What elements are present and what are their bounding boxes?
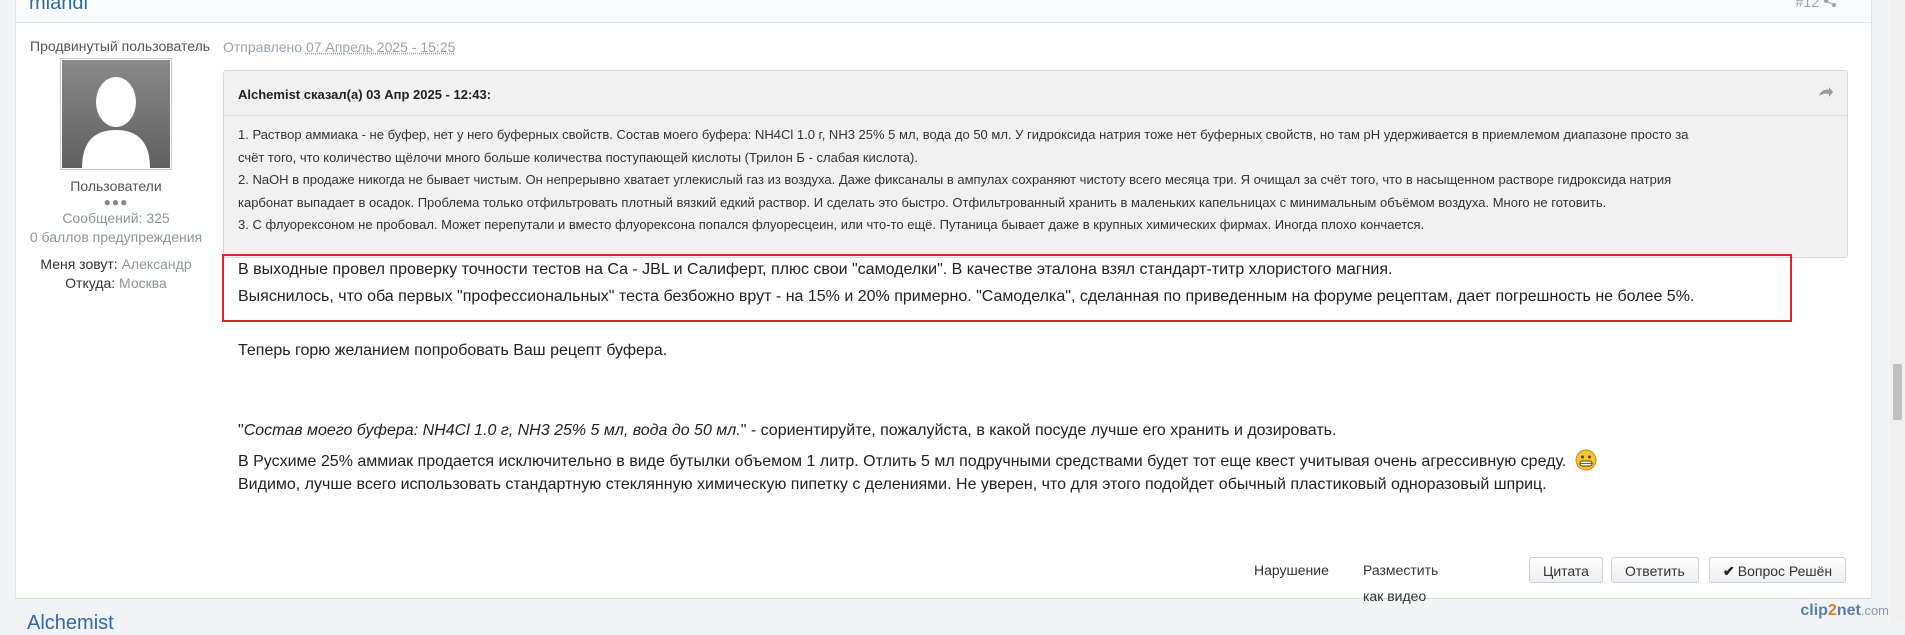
post-author-link[interactable]: mlandl — [29, 0, 88, 15]
view-quoted-post-icon[interactable] — [1817, 86, 1833, 100]
post-paragraph-quote-ref: "Состав моего буфера: NH4Cl 1.0 г, NH3 2… — [238, 422, 1336, 440]
author-group: Пользователи — [16, 178, 216, 194]
watermark-part: .com — [1861, 603, 1889, 618]
post-paragraph: Выяснилось, что оба первых "профессионал… — [238, 288, 1694, 306]
quote-button[interactable]: Цитата — [1529, 557, 1603, 583]
checkmark-icon: ✔ — [1723, 563, 1735, 579]
author-real-name: Меня зовут: Александр — [16, 255, 216, 274]
share-icon[interactable] — [1823, 0, 1837, 8]
quote-line: 1. Раствор аммиака - не буфер, нет у нег… — [238, 124, 1833, 147]
quote-line: карбонат выпадает в осадок. Проблема тол… — [238, 192, 1833, 215]
posted-date[interactable]: 07 Апрель 2025 - 15:25 — [306, 39, 455, 55]
embed-video-link[interactable]: Разместить как видео — [1363, 557, 1438, 609]
warning-points[interactable]: 0 баллов предупреждения — [16, 228, 216, 247]
quote-text: 1. Раствор аммиака - не буфер, нет у нег… — [224, 116, 1847, 237]
page-scrollbar[interactable] — [1890, 0, 1905, 623]
mark-solved-button[interactable]: ✔ Вопрос Решён — [1709, 557, 1846, 583]
avatar[interactable] — [60, 58, 172, 170]
next-post-author-link[interactable]: Alchemist — [27, 612, 114, 635]
name-value: Александр — [122, 256, 192, 272]
post-count: Сообщений: 325 — [16, 209, 216, 228]
reply-button[interactable]: Ответить — [1611, 557, 1699, 583]
post-paragraph: В Русхиме 25% аммиак продается исключите… — [238, 449, 1597, 471]
post-date: Отправлено 07 Апрель 2025 - 15:25 — [223, 39, 455, 55]
quote-line: 2. NaOH в продаже никогда не бывает чист… — [238, 169, 1833, 192]
scrollbar-thumb[interactable] — [1893, 364, 1902, 420]
post-number-link[interactable]: #12 — [1796, 0, 1819, 10]
quote-header: Alchemist сказал(а) 03 Апр 2025 - 12:43: — [224, 71, 1847, 116]
location-value: Москва — [119, 275, 167, 291]
quote-ref-rest: " - сориентируйте, пожалуйста, в какой п… — [741, 422, 1337, 439]
rank-pips: ●●● — [16, 195, 216, 209]
post-header: mlandl #12 — [16, 0, 1871, 23]
paragraph-text: В Русхиме 25% аммиак продается исключите… — [238, 453, 1566, 470]
author-rank: Продвинутый пользователь — [16, 38, 216, 54]
post-paragraph: Теперь горю желанием попробовать Ваш рец… — [238, 342, 667, 360]
quote-citation: Alchemist сказал(а) 03 Апр 2025 - 12:43: — [238, 87, 491, 102]
watermark-part: clip — [1800, 602, 1828, 619]
posted-prefix: Отправлено — [223, 39, 302, 55]
author-location: Откуда: Москва — [16, 274, 216, 293]
mark-solved-label: Вопрос Решён — [1738, 563, 1832, 579]
report-link[interactable]: Нарушение — [1254, 557, 1329, 583]
quote-block: Alchemist сказал(а) 03 Апр 2025 - 12:43:… — [223, 70, 1848, 258]
name-label: Меня зовут: — [40, 256, 117, 272]
watermark-part: net — [1837, 602, 1861, 619]
post-paragraph: В выходные провел проверку точности тест… — [238, 261, 1392, 279]
watermark-part: 2 — [1828, 602, 1837, 619]
watermark-logo: clip2net.com — [1800, 602, 1889, 620]
post-paragraph: Видимо, лучше всего использовать стандар… — [238, 476, 1547, 494]
italic-quote: Состав моего буфера: NH4Cl 1.0 г, NH3 25… — [244, 422, 741, 439]
quote-line: счёт того, что количество щёлочи много б… — [238, 147, 1833, 170]
author-panel: Продвинутый пользователь Пользователи ●●… — [16, 38, 216, 293]
location-label: Откуда: — [65, 275, 115, 291]
default-user-silhouette-icon — [62, 60, 170, 168]
quote-line: 3. С флуорексоном не пробовал. Может пер… — [238, 214, 1833, 237]
grin-smiley-icon — [1575, 449, 1597, 471]
